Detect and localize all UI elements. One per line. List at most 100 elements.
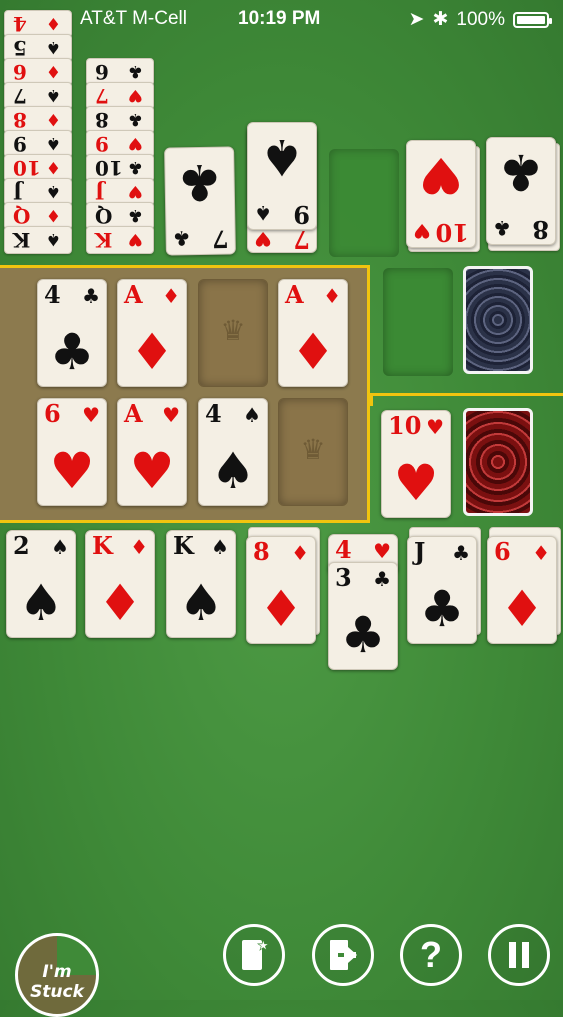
card-star-icon: ★ (242, 938, 269, 970)
tableau-card[interactable]: 6 ♦ ♦ (487, 536, 557, 644)
tableau-card[interactable]: 2 ♠ ♠ (6, 530, 76, 638)
bluetooth-icon: ✱ (432, 9, 449, 30)
new-game-button[interactable]: ★ (223, 924, 285, 986)
card-suit: ♥ (127, 85, 143, 105)
card-pip: ♦ (97, 574, 143, 632)
carrier-label: AT&T M-Cell (80, 8, 187, 29)
location-icon: ➤ (408, 9, 425, 30)
card-suit: ♥ (162, 403, 180, 427)
card-rank: K (173, 531, 194, 560)
card-pip: ♦ (258, 580, 304, 638)
pause-button[interactable] (488, 924, 550, 986)
card-rank: 7 (13, 84, 27, 108)
card-suit: ♦ (162, 284, 180, 308)
foundation-card[interactable]: 4 ♠ ♠ (198, 398, 268, 506)
card-suit: ♦ (45, 109, 61, 129)
card-suit: ♥ (127, 133, 143, 153)
help-button[interactable]: ? (400, 924, 462, 986)
card-rank: K (95, 228, 113, 252)
card-rank: 6 (95, 60, 109, 84)
card-rank: A (124, 280, 143, 309)
card-pip: ♠ (178, 574, 224, 632)
card-suit: ♠ (45, 229, 61, 249)
card-suit: ♠ (45, 37, 61, 57)
card-pip: ♣ (340, 606, 386, 664)
card-rank: J (13, 180, 23, 204)
card-seven-clubs[interactable]: 7 ♣ ♣ (164, 146, 236, 256)
foundation-card[interactable]: A ♦ ♦ (278, 279, 348, 387)
exit-button[interactable] (312, 924, 374, 986)
card-rank: 7 (95, 84, 109, 108)
card-rank: 6 (13, 60, 27, 84)
card-pip: ♦ (290, 323, 336, 381)
foundation-card[interactable]: A ♦ ♦ (117, 279, 187, 387)
foundation-card[interactable]: A ♥ ♥ (117, 398, 187, 506)
card-rank: 6 (44, 399, 61, 428)
stacked-card[interactable]: K ♥ (86, 226, 154, 254)
card-suit: ♥ (127, 229, 143, 249)
card-rank: J (95, 180, 105, 204)
card-suit: ♣ (127, 157, 143, 177)
card-suit: ♠ (211, 535, 229, 559)
stock-pile-red[interactable] (463, 408, 533, 516)
card-suit: ♠ (51, 535, 69, 559)
stacked-card[interactable]: K ♠ (4, 226, 72, 254)
empty-foundation-slot[interactable] (198, 279, 268, 387)
card-suit: ♣ (127, 109, 143, 129)
card-suit: ♣ (82, 284, 100, 308)
card-rank: 3 (335, 563, 352, 592)
card-suit: ♦ (323, 284, 341, 308)
card-ten-hearts-waste[interactable]: 10 ♥ ♥ (381, 410, 451, 518)
card-suit: ♣ (452, 541, 470, 565)
card-suit: ♥ (82, 403, 100, 427)
battery-percent: 100% (456, 8, 505, 30)
clock: 10:19 PM (238, 8, 321, 29)
empty-pile-slot[interactable] (329, 149, 399, 257)
card-suit: ♥ (373, 539, 391, 563)
status-bar: AT&T M-Cell 10:19 PM ➤ ✱ 100% (0, 0, 563, 38)
card-pip: ♥ (49, 442, 95, 500)
tableau-card[interactable]: K ♦ ♦ (85, 530, 155, 638)
exit-door-icon (330, 940, 357, 970)
card-rank: 8 (253, 537, 270, 566)
card-suit: ♣ (127, 61, 143, 81)
card-pip: ♥ (129, 442, 175, 500)
card-rank: 2 (13, 531, 30, 560)
im-stuck-button[interactable]: I'm Stuck (15, 933, 99, 1017)
card-rank: J (414, 537, 426, 566)
card-suit: ♦ (130, 535, 148, 559)
foundation-card[interactable]: 4 ♣ ♣ (37, 279, 107, 387)
card-rank: Q (13, 204, 31, 228)
card-rank: 10 (95, 156, 123, 180)
empty-foundation-slot[interactable] (278, 398, 348, 506)
foundation-bracket (370, 393, 563, 406)
card-pip: ♠ (18, 574, 64, 632)
tableau-card[interactable]: J ♣ ♣ (407, 536, 477, 644)
im-stuck-label: I'm Stuck (30, 962, 84, 1002)
tableau-card[interactable]: 8 ♦ ♦ (246, 536, 316, 644)
card-pip: ♠ (210, 442, 256, 500)
card-rank: 9 (13, 132, 27, 156)
card-nine-spades[interactable]: 9 ♠ ♠ (247, 122, 317, 230)
stock-pile-blue[interactable] (463, 266, 533, 374)
card-pip: ♣ (419, 580, 465, 638)
svg-text:★: ★ (257, 938, 269, 954)
card-suit: ♦ (291, 541, 309, 565)
waste-slot[interactable] (383, 268, 453, 376)
card-ten-hearts[interactable]: 10 ♥ ♥ (406, 140, 476, 248)
card-suit: ♦ (45, 157, 61, 177)
status-right: ➤ ✱ 100% (408, 8, 552, 31)
card-suit: ♥ (127, 181, 143, 201)
tableau-card[interactable]: K ♠ ♠ (166, 530, 236, 638)
card-rank: 4 (44, 280, 61, 309)
card-rank: 6 (494, 537, 511, 566)
card-rank: K (92, 531, 113, 560)
card-eight-clubs[interactable]: 8 ♣ ♣ (486, 137, 556, 245)
card-suit: ♠ (45, 181, 61, 201)
tableau-card[interactable]: 3 ♣ ♣ (328, 562, 398, 670)
foundation-card[interactable]: 6 ♥ ♥ (37, 398, 107, 506)
card-rank: A (124, 399, 143, 428)
card-suit: ♣ (127, 205, 143, 225)
card-rank: A (285, 280, 304, 309)
card-rank: 4 (335, 535, 352, 564)
